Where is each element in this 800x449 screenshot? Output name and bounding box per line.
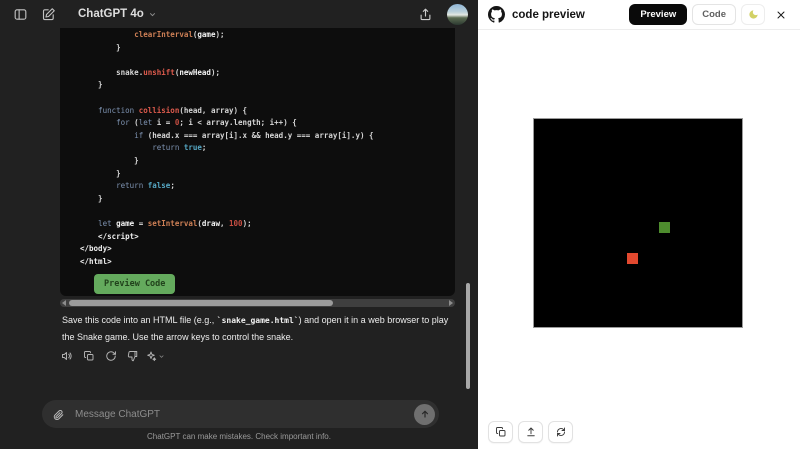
chat-panel: ChatGPT 4o clearInterval(game); } snake.…: [0, 0, 478, 449]
code-line: }: [80, 193, 455, 206]
regenerate-button[interactable]: [102, 347, 120, 365]
code-line: }: [80, 155, 455, 168]
copy-button[interactable]: [80, 347, 98, 365]
sidebar-toggle-icon: [13, 7, 28, 22]
code-line: if (head.x === array[i].x && head.y === …: [80, 130, 455, 143]
snake-game-canvas[interactable]: [533, 118, 743, 328]
refresh-button[interactable]: [548, 421, 573, 443]
read-aloud-button[interactable]: [58, 347, 76, 365]
sidebar-toggle-button[interactable]: [10, 4, 30, 24]
upload-button[interactable]: [518, 421, 543, 443]
assistant-message-text: Save this code into an HTML file (e.g., …: [62, 312, 456, 345]
scroll-left-arrow-icon[interactable]: [62, 300, 66, 306]
new-chat-icon: [41, 7, 56, 22]
tab-code[interactable]: Code: [692, 4, 736, 25]
theme-toggle-button[interactable]: [741, 4, 765, 25]
composer: [42, 400, 439, 428]
code-block: clearInterval(game); } snake.unshift(new…: [60, 26, 455, 296]
snake-segment: [659, 222, 670, 233]
chat-header: ChatGPT 4o: [0, 0, 478, 28]
code-line: return true;: [80, 142, 455, 155]
code-line: </script>: [80, 231, 455, 244]
code-line: [80, 92, 455, 105]
copy-icon: [83, 350, 95, 362]
preview-header: code preview Preview Code: [478, 0, 800, 30]
switch-model-button[interactable]: [146, 347, 164, 365]
chevron-down-icon: [148, 10, 157, 19]
avatar[interactable]: [447, 4, 468, 25]
code-lines: clearInterval(game); } snake.unshift(new…: [80, 29, 455, 268]
thumbs-down-button[interactable]: [124, 347, 142, 365]
horizontal-scrollbar-thumb[interactable]: [69, 300, 333, 306]
new-chat-button[interactable]: [38, 4, 58, 24]
copy-button[interactable]: [488, 421, 513, 443]
code-line: snake.unshift(newHead);: [80, 67, 455, 80]
preview-panel-title: code preview: [512, 9, 585, 21]
send-button[interactable]: [414, 404, 435, 425]
tab-preview[interactable]: Preview: [629, 4, 687, 25]
code-line: [80, 54, 455, 67]
arrow-up-icon: [419, 408, 431, 420]
model-selector[interactable]: ChatGPT 4o: [72, 7, 163, 21]
refresh-icon: [555, 426, 567, 438]
scroll-right-arrow-icon[interactable]: [449, 300, 453, 306]
chat-vertical-scrollbar-thumb[interactable]: [466, 283, 470, 389]
code-line: </body>: [80, 243, 455, 256]
chevron-down-icon: [158, 353, 165, 360]
code-line: let game = setInterval(draw, 100);: [80, 218, 455, 231]
code-line: }: [80, 42, 455, 55]
thumbs-down-icon: [127, 350, 139, 362]
code-line: }: [80, 79, 455, 92]
disclaimer-text: ChatGPT can make mistakes. Check importa…: [0, 432, 478, 441]
code-preview-panel: code preview Preview Code: [478, 0, 800, 449]
github-logo-icon: [488, 6, 505, 23]
code-horizontal-scrollbar[interactable]: [60, 299, 455, 307]
code-line: </html>: [80, 256, 455, 269]
food: [627, 253, 638, 264]
regenerate-icon: [105, 350, 117, 362]
preview-header-actions: Preview Code: [629, 4, 792, 26]
preview-code-button[interactable]: Preview Code: [94, 274, 175, 294]
code-line: [80, 205, 455, 218]
message-input[interactable]: [73, 408, 414, 421]
upload-icon: [525, 426, 537, 438]
close-button[interactable]: [770, 4, 792, 26]
paperclip-icon: [52, 408, 65, 421]
code-line: function collision(head, array) {: [80, 105, 455, 118]
code-line: }: [80, 168, 455, 181]
message-actions: [58, 347, 164, 365]
attach-button[interactable]: [52, 408, 65, 421]
share-icon: [418, 7, 433, 22]
copy-icon: [495, 426, 507, 438]
model-label: ChatGPT 4o: [78, 8, 144, 20]
code-line: clearInterval(game);: [80, 29, 455, 42]
switch-model-icon: [145, 350, 157, 362]
read-aloud-icon: [61, 350, 73, 362]
code-line: return false;: [80, 180, 455, 193]
inline-code: `snake_game.html`: [217, 316, 299, 325]
close-icon: [775, 9, 787, 21]
moon-icon: [748, 9, 759, 20]
preview-toolbar: [488, 421, 573, 443]
code-line: for (let i = 0; i < array.length; i++) {: [80, 117, 455, 130]
share-button[interactable]: [415, 4, 435, 24]
